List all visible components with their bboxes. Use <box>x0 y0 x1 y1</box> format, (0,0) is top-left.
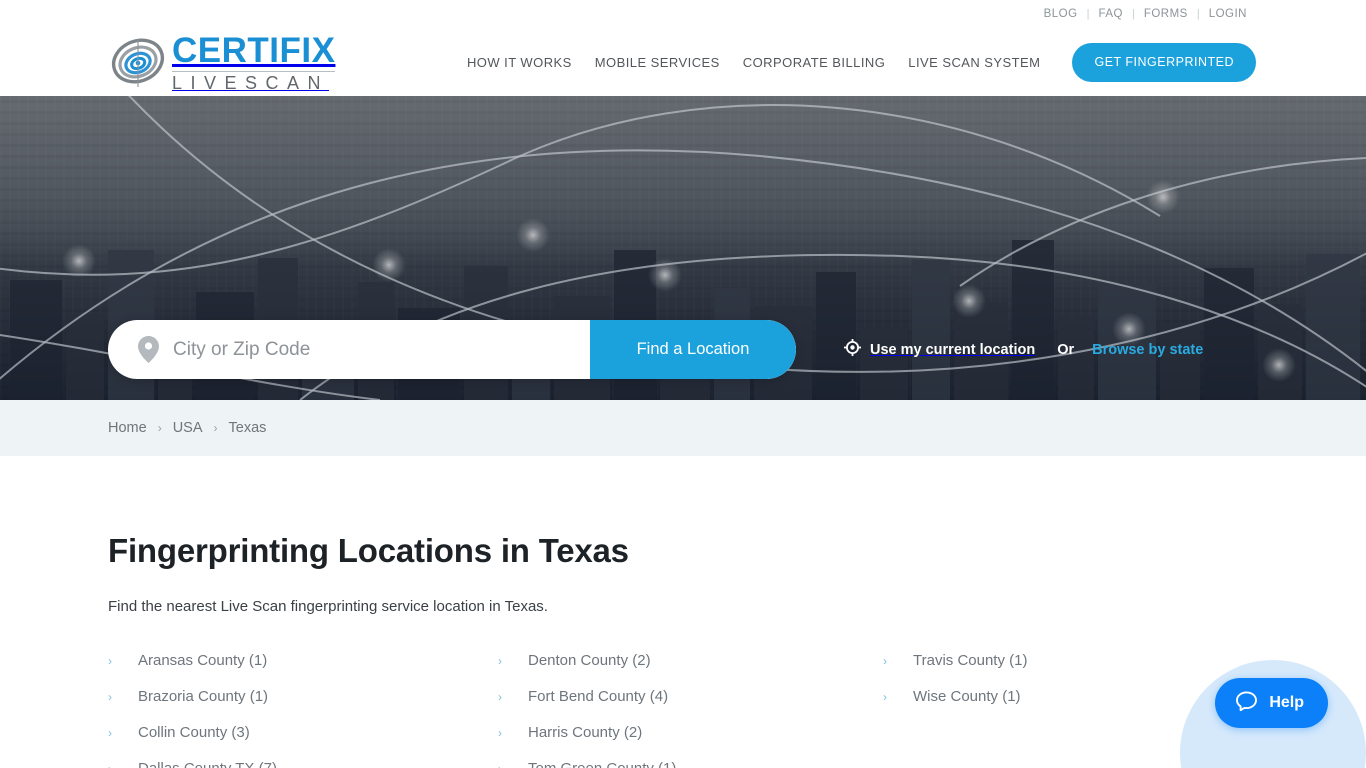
fingerprint-swirl-icon <box>108 33 170 91</box>
county-label: Denton County (2) <box>528 652 651 669</box>
page-title: Fingerprinting Locations in Texas <box>108 532 629 569</box>
chevron-right-icon: › <box>498 690 502 704</box>
county-label: Aransas County (1) <box>138 652 268 669</box>
page-subtitle: Find the nearest Live Scan fingerprintin… <box>108 598 548 615</box>
crosshair-icon <box>844 338 861 361</box>
breadcrumb-item-home[interactable]: Home <box>108 420 147 436</box>
chevron-right-icon: › <box>883 654 887 668</box>
search-input[interactable] <box>173 320 590 379</box>
chevron-right-icon: › <box>108 654 112 668</box>
topbar-link-blog[interactable]: BLOG <box>1035 8 1087 20</box>
location-search-bar: Find a Location <box>108 320 796 379</box>
hero-search-area: Find a Location Use my current location … <box>108 320 1258 379</box>
logo-wordmark: CERTIFIX LIVESCAN <box>172 30 336 93</box>
county-label: Travis County (1) <box>913 652 1028 669</box>
county-label: Tom Green County (1) <box>528 760 676 768</box>
list-item[interactable]: › Dallas County TX (7) <box>108 760 498 768</box>
primary-navigation: HOW IT WORKS MOBILE SERVICES CORPORATE B… <box>467 42 1256 82</box>
county-list: › Aransas County (1) › Brazoria County (… <box>108 652 1258 768</box>
breadcrumb: Home › USA › Texas <box>0 400 1366 456</box>
utility-top-bar: BLOG | FAQ | FORMS | LOGIN <box>0 0 1366 28</box>
breadcrumb-item-texas: Texas <box>228 420 267 436</box>
map-pin-icon <box>138 336 159 363</box>
list-item[interactable]: › Brazoria County (1) <box>108 688 498 724</box>
nav-item-live-scan-system[interactable]: LIVE SCAN SYSTEM <box>908 55 1040 70</box>
hero-options: Use my current location Or Browse by sta… <box>844 338 1203 361</box>
logo-text-secondary: LIVESCAN <box>172 72 330 93</box>
logo-divider <box>172 70 336 72</box>
breadcrumb-item-usa[interactable]: USA <box>173 420 203 436</box>
list-item[interactable]: › Tom Green County (1) <box>498 760 883 768</box>
use-current-location-button[interactable]: Use my current location <box>844 338 1036 361</box>
chevron-right-icon: › <box>157 421 162 435</box>
chevron-right-icon: › <box>498 654 502 668</box>
nav-item-mobile-services[interactable]: MOBILE SERVICES <box>595 55 720 70</box>
or-label: Or <box>1057 341 1075 358</box>
county-column-2: › Denton County (2) › Fort Bend County (… <box>498 652 883 768</box>
find-location-button[interactable]: Find a Location <box>590 320 796 379</box>
nav-item-how-it-works[interactable]: HOW IT WORKS <box>467 55 572 70</box>
list-item[interactable]: › Collin County (3) <box>108 724 498 760</box>
county-label: Brazoria County (1) <box>138 688 269 705</box>
chevron-right-icon: › <box>108 690 112 704</box>
county-label: Collin County (3) <box>138 724 250 741</box>
use-current-location-label: Use my current location <box>870 341 1036 358</box>
logo-link[interactable]: CERTIFIX LIVESCAN <box>108 30 336 94</box>
chevron-right-icon: › <box>498 726 502 740</box>
county-column-1: › Aransas County (1) › Brazoria County (… <box>108 652 498 768</box>
help-widget: Help <box>1106 568 1366 768</box>
chevron-right-icon: › <box>213 421 218 435</box>
list-item[interactable]: › Fort Bend County (4) <box>498 688 883 724</box>
chevron-right-icon: › <box>108 762 138 768</box>
topbar-link-forms[interactable]: FORMS <box>1135 8 1197 20</box>
topbar-link-faq[interactable]: FAQ <box>1089 8 1132 20</box>
county-label: Dallas County TX (7) <box>138 760 277 768</box>
chat-bubble-icon <box>1235 690 1258 716</box>
logo-text-primary: CERTIFIX <box>172 30 336 70</box>
county-label: Wise County (1) <box>913 688 1021 705</box>
list-item[interactable]: › Harris County (2) <box>498 724 883 760</box>
list-item[interactable]: › Denton County (2) <box>498 652 883 688</box>
site-header: CERTIFIX LIVESCAN HOW IT WORKS MOBILE SE… <box>0 28 1366 96</box>
help-button-label: Help <box>1269 694 1304 711</box>
chevron-right-icon: › <box>883 690 887 704</box>
hero-banner: Find a Location Use my current location … <box>0 96 1366 400</box>
county-label: Harris County (2) <box>528 724 643 741</box>
nav-item-corporate-billing[interactable]: CORPORATE BILLING <box>743 55 886 70</box>
topbar-link-login[interactable]: LOGIN <box>1200 8 1256 20</box>
list-item[interactable]: › Aransas County (1) <box>108 652 498 688</box>
county-label: Fort Bend County (4) <box>528 688 669 705</box>
chevron-right-icon: › <box>108 726 112 740</box>
chevron-right-icon: › <box>498 762 528 768</box>
get-fingerprinted-button[interactable]: GET FINGERPRINTED <box>1072 42 1256 82</box>
help-button[interactable]: Help <box>1215 678 1328 728</box>
browse-by-state-link[interactable]: Browse by state <box>1092 342 1203 358</box>
